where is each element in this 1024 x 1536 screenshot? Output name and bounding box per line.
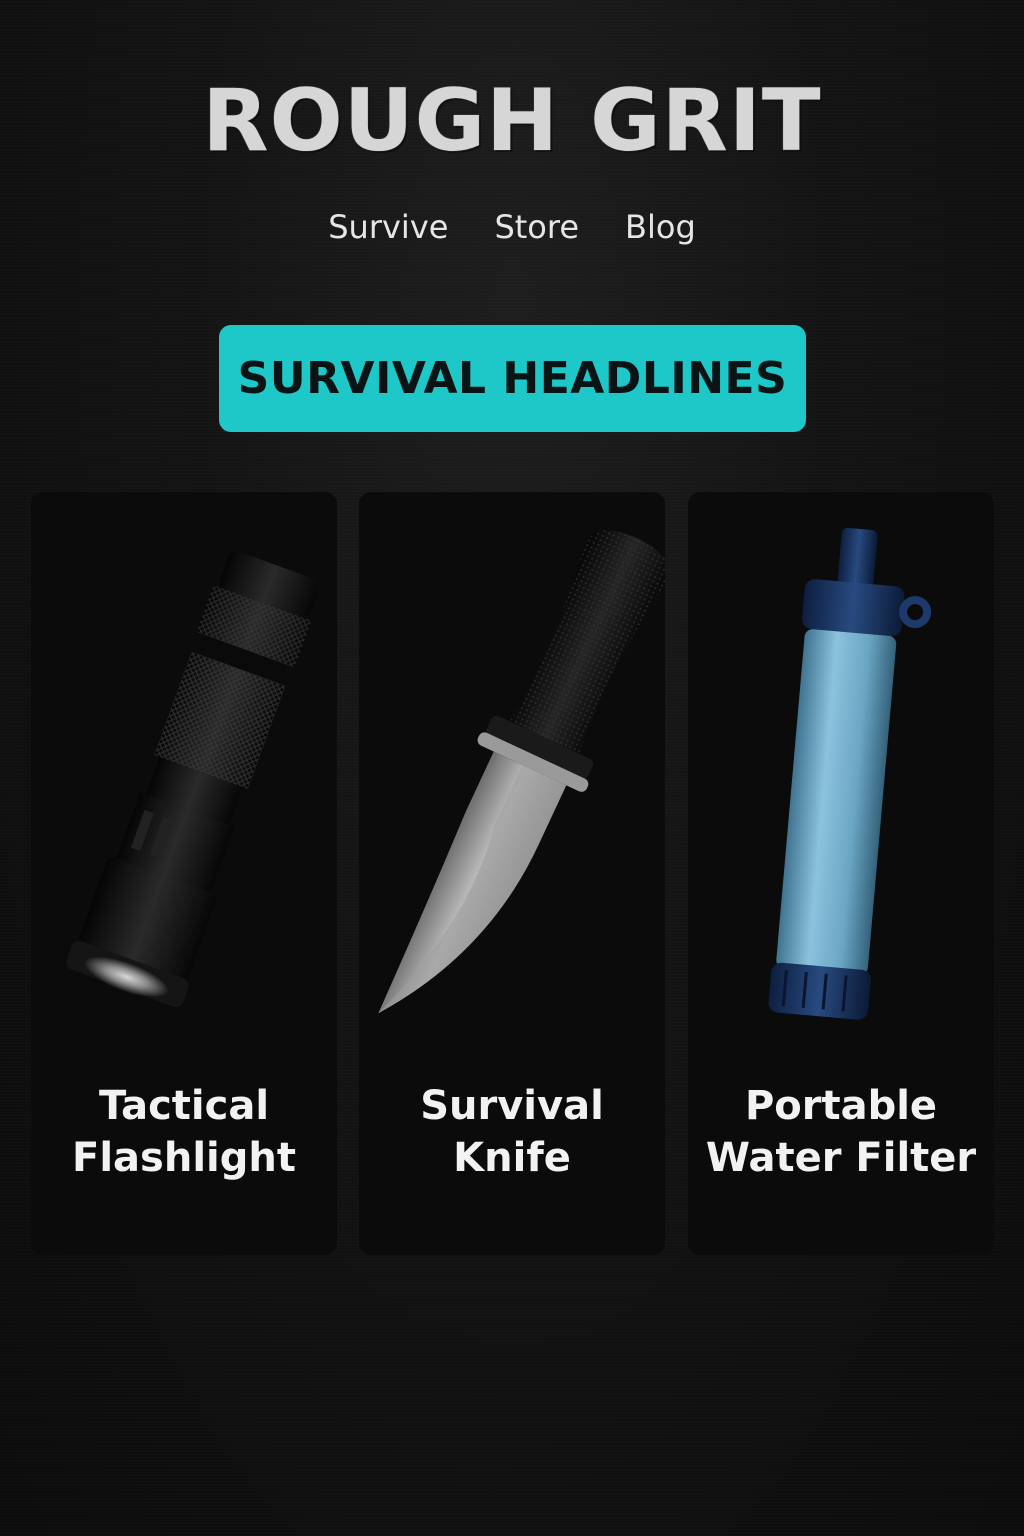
product-title: Portable Water Filter bbox=[705, 1083, 977, 1181]
flashlight-icon bbox=[66, 551, 319, 1008]
survival-headlines-button[interactable]: SURVIVAL HEADLINES bbox=[219, 325, 806, 432]
product-card-water-filter[interactable]: Portable Water Filter bbox=[688, 492, 994, 1255]
product-title: Tactical Flashlight bbox=[72, 1083, 296, 1181]
product-card-knife[interactable]: Survival Knife bbox=[359, 492, 665, 1255]
nav-item-survive[interactable]: Survive bbox=[328, 208, 448, 246]
knife-icon bbox=[378, 529, 665, 1014]
nav-item-blog[interactable]: Blog bbox=[625, 208, 696, 246]
main-nav: Survive Store Blog bbox=[0, 208, 1024, 246]
nav-item-store[interactable]: Store bbox=[494, 208, 579, 246]
brand-logo: ROUGH GRIT bbox=[202, 71, 822, 171]
product-title: Survival Knife bbox=[420, 1083, 604, 1181]
water-filter-icon bbox=[768, 527, 932, 1020]
product-card-flashlight[interactable]: Tactical Flashlight bbox=[31, 492, 337, 1255]
